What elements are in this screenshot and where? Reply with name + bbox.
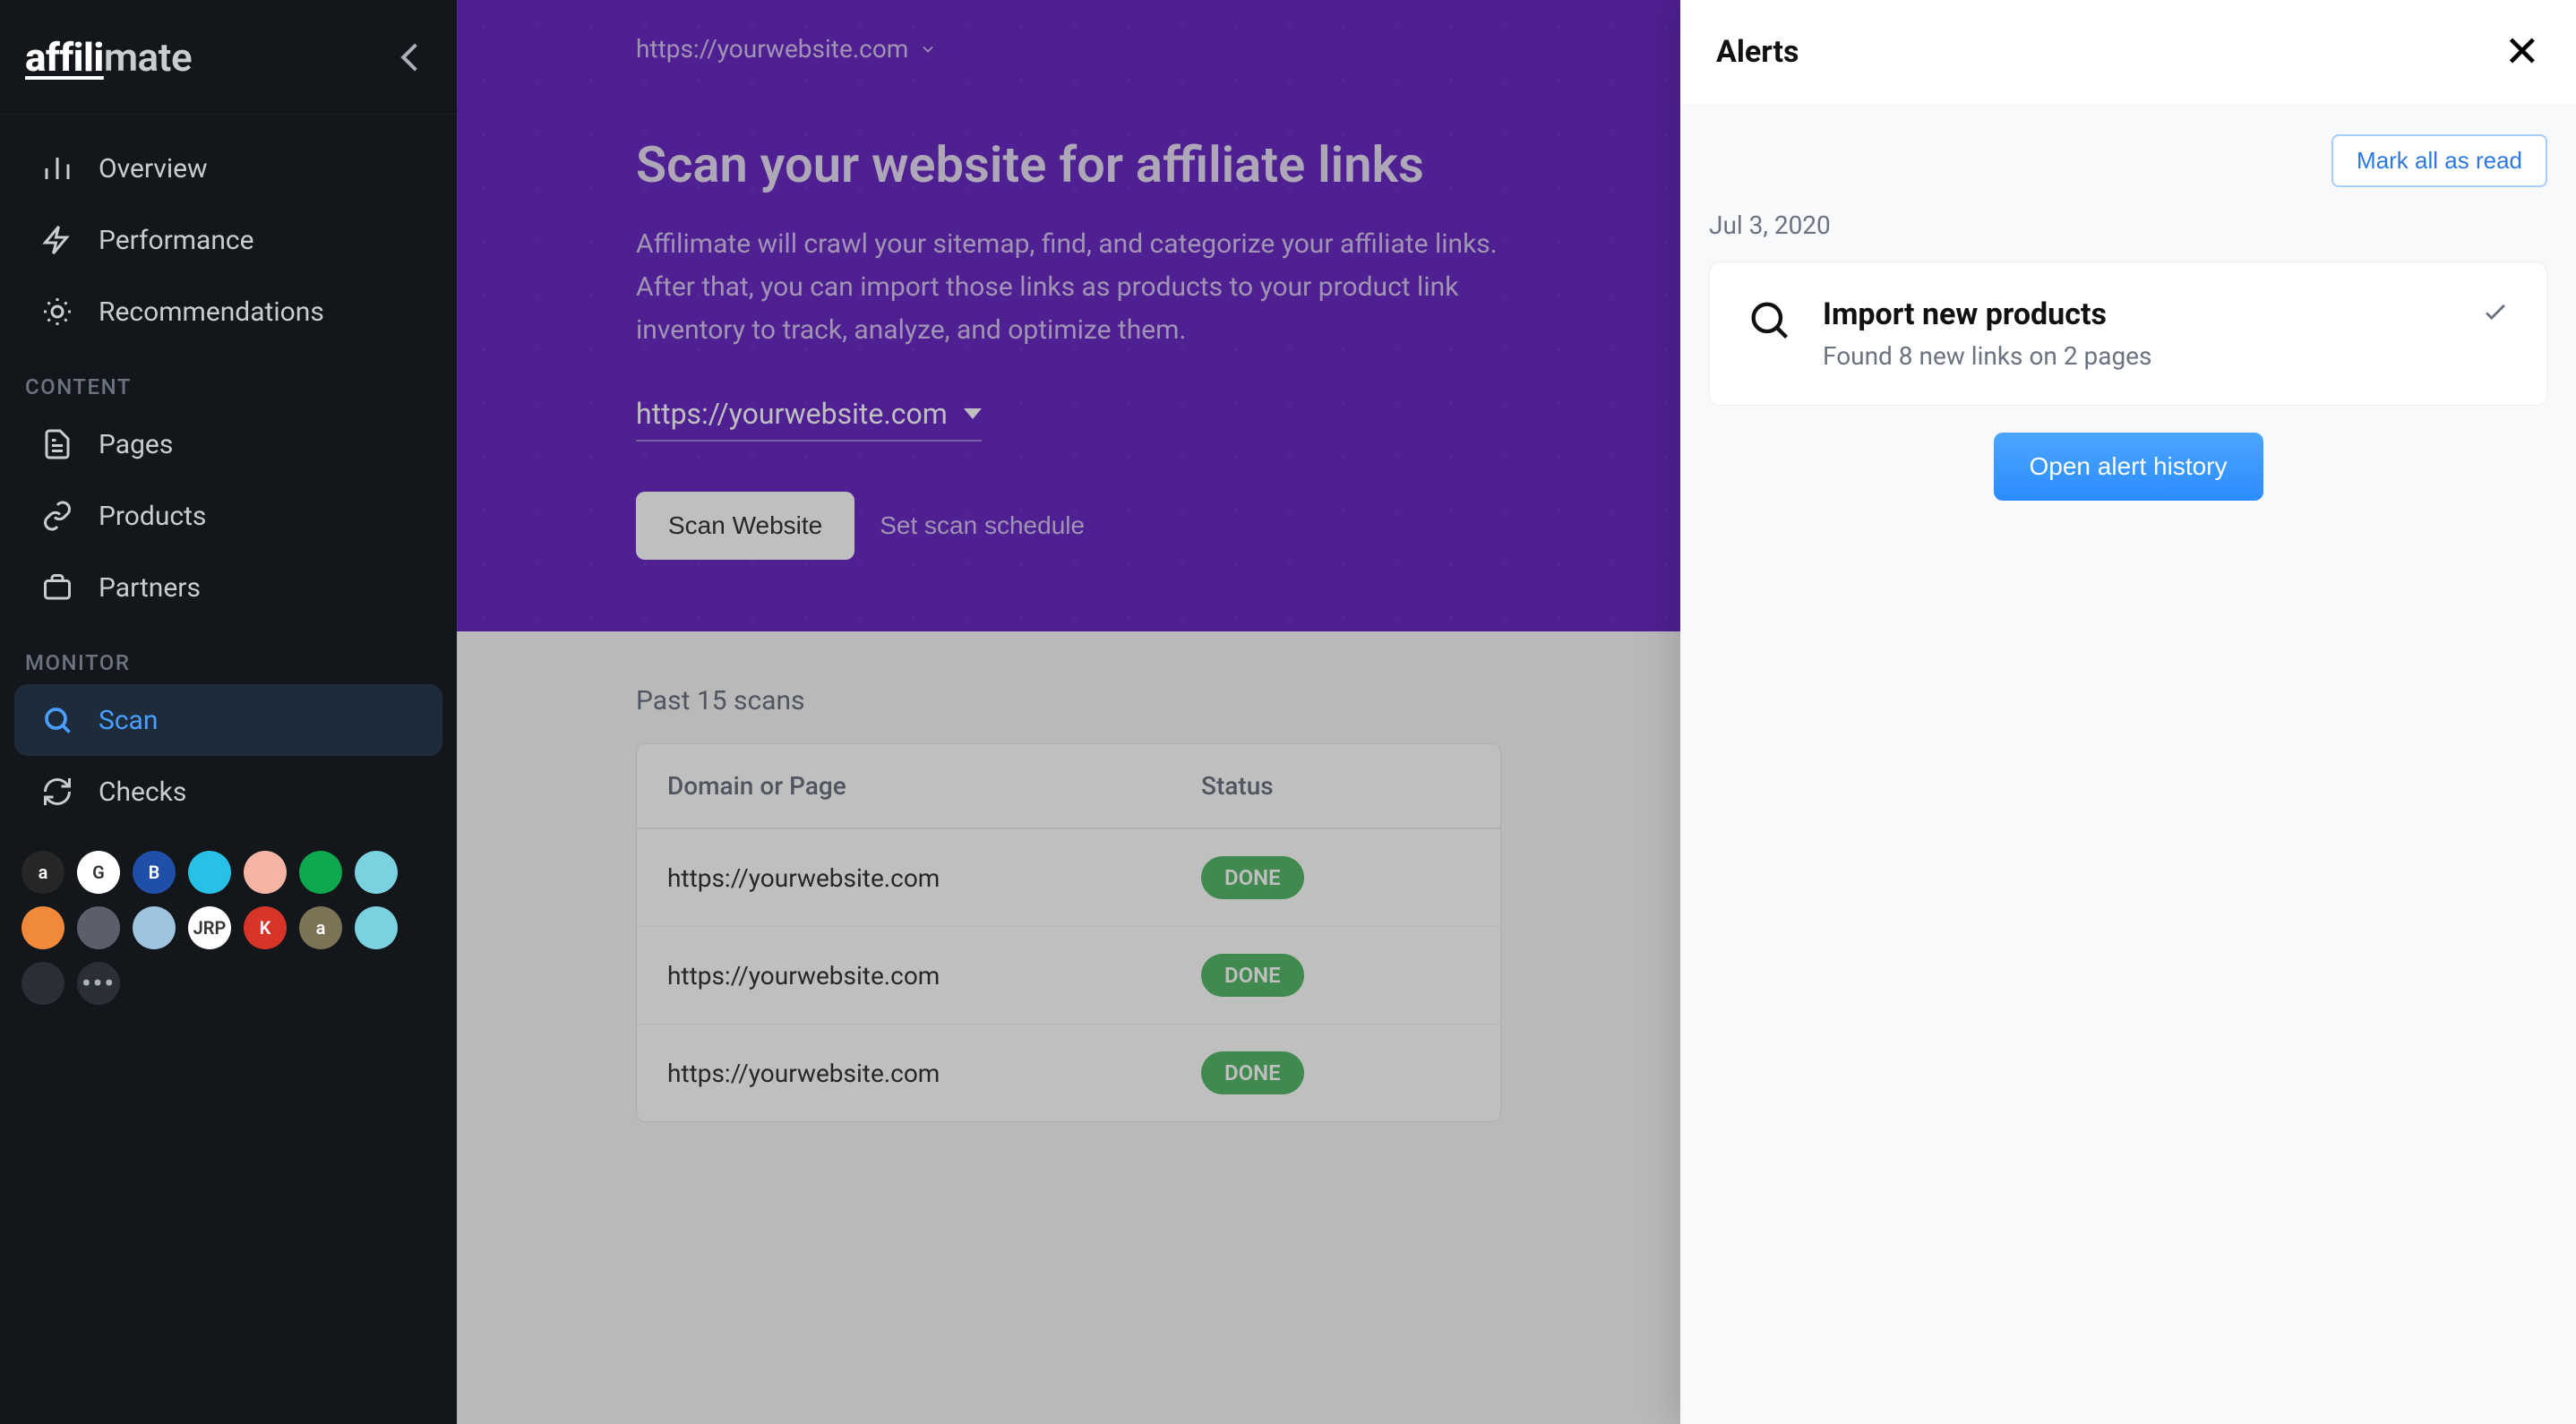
alert-card-subtitle: Found 8 new links on 2 pages xyxy=(1823,341,2450,371)
past-scans-title: Past 15 scans xyxy=(636,685,1501,716)
nav-label: Checks xyxy=(99,776,186,808)
partner-badge[interactable]: K xyxy=(244,906,287,949)
nav-checks[interactable]: Checks xyxy=(14,756,442,828)
row-status: DONE xyxy=(1201,856,1470,899)
hero-title: Scan your website for affiliate links xyxy=(636,135,1501,194)
partner-badge[interactable]: a xyxy=(21,851,64,894)
alerts-title: Alerts xyxy=(1716,34,1799,70)
nav-label: Pages xyxy=(99,429,173,460)
document-icon xyxy=(39,426,75,462)
refresh-icon xyxy=(39,774,75,810)
nav-recommendations[interactable]: Recommendations xyxy=(14,276,442,347)
sun-icon xyxy=(39,294,75,330)
status-badge: DONE xyxy=(1201,1051,1304,1094)
main-site-label: https://yourwebsite.com xyxy=(636,397,948,431)
alert-card-title: Import new products xyxy=(1823,296,2450,332)
nav-label: Recommendations xyxy=(99,296,324,328)
magnifier-icon xyxy=(1746,296,1792,347)
partner-badge[interactable] xyxy=(355,906,398,949)
nav-pages[interactable]: Pages xyxy=(14,408,442,480)
alert-card[interactable]: Import new products Found 8 new links on… xyxy=(1709,262,2547,406)
nav-scan[interactable]: Scan xyxy=(14,684,442,756)
check-icon xyxy=(2480,296,2511,330)
status-badge: DONE xyxy=(1201,954,1304,997)
past-scans-section: Past 15 scans Domain or Page Status http… xyxy=(457,631,1680,1176)
sidebar: affilimate Overview Performance Recommen… xyxy=(0,0,457,1424)
partner-badges: aGBJRPKa••• xyxy=(0,828,457,1028)
status-badge: DONE xyxy=(1201,856,1304,899)
alerts-panel: Alerts ✕ Mark all as read Jul 3, 2020 Im… xyxy=(1680,0,2576,1424)
row-status: DONE xyxy=(1201,1051,1470,1094)
partner-badge[interactable]: a xyxy=(299,906,342,949)
brand-part1: affili xyxy=(25,34,104,81)
alerts-body: Mark all as read Jul 3, 2020 Import new … xyxy=(1680,104,2576,1424)
table-row[interactable]: https://yourwebsite.comDONE xyxy=(637,926,1500,1024)
row-domain: https://yourwebsite.com xyxy=(667,1059,1201,1088)
main-site-selector[interactable]: https://yourwebsite.com xyxy=(636,397,982,442)
partner-badge[interactable] xyxy=(21,962,64,1005)
alerts-header: Alerts ✕ xyxy=(1680,0,2576,104)
close-icon[interactable]: ✕ xyxy=(2504,30,2540,73)
sidebar-nav: Overview Performance Recommendations CON… xyxy=(0,115,457,1424)
partner-badge[interactable]: JRP xyxy=(188,906,231,949)
section-content-title: CONTENT xyxy=(0,347,457,408)
hero-section: https://yourwebsite.com Scan your websit… xyxy=(457,0,1680,631)
search-icon xyxy=(39,702,75,738)
nav-label: Scan xyxy=(99,705,158,736)
partner-badge[interactable] xyxy=(133,906,176,949)
main-content: https://yourwebsite.com Scan your websit… xyxy=(457,0,1680,1424)
nav-overview[interactable]: Overview xyxy=(14,133,442,204)
partner-badge[interactable]: G xyxy=(77,851,120,894)
section-monitor-title: MONITOR xyxy=(0,623,457,684)
briefcase-icon xyxy=(39,570,75,605)
nav-label: Performance xyxy=(99,225,254,256)
table-row[interactable]: https://yourwebsite.comDONE xyxy=(637,1024,1500,1121)
top-site-selector[interactable]: https://yourwebsite.com xyxy=(636,34,937,64)
row-domain: https://yourwebsite.com xyxy=(667,961,1201,991)
partner-badge[interactable] xyxy=(21,906,64,949)
scan-website-button[interactable]: Scan Website xyxy=(636,492,854,560)
bolt-icon xyxy=(39,222,75,258)
more-partners-icon[interactable]: ••• xyxy=(77,962,120,1005)
partner-badge[interactable] xyxy=(299,851,342,894)
bar-chart-icon xyxy=(39,150,75,186)
nav-label: Partners xyxy=(99,572,201,604)
partner-badge[interactable] xyxy=(355,851,398,894)
link-icon xyxy=(39,498,75,534)
hero-description: Affilimate will crawl your sitemap, find… xyxy=(636,223,1501,352)
partner-badge[interactable] xyxy=(77,906,120,949)
partner-badge[interactable]: B xyxy=(133,851,176,894)
brand-logo: affilimate xyxy=(25,34,192,81)
mark-all-read-button[interactable]: Mark all as read xyxy=(2331,134,2547,187)
nav-performance[interactable]: Performance xyxy=(14,204,442,276)
sidebar-header: affilimate xyxy=(0,0,457,115)
partner-badge[interactable] xyxy=(244,851,287,894)
col-domain: Domain or Page xyxy=(667,771,1201,801)
open-alert-history-button[interactable]: Open alert history xyxy=(1994,433,2263,501)
nav-products[interactable]: Products xyxy=(14,480,442,552)
brand-part2: mate xyxy=(104,34,192,81)
caret-down-icon xyxy=(964,408,982,419)
row-status: DONE xyxy=(1201,954,1470,997)
alert-date: Jul 3, 2020 xyxy=(1709,210,2547,240)
col-status: Status xyxy=(1201,771,1470,801)
nav-label: Overview xyxy=(99,153,208,184)
collapse-sidebar-icon[interactable] xyxy=(400,43,428,71)
top-site-label: https://yourwebsite.com xyxy=(636,34,908,64)
table-header: Domain or Page Status xyxy=(637,744,1500,828)
nav-label: Products xyxy=(99,501,206,532)
row-domain: https://yourwebsite.com xyxy=(667,863,1201,893)
nav-partners[interactable]: Partners xyxy=(14,552,442,623)
alert-content: Import new products Found 8 new links on… xyxy=(1823,296,2450,371)
set-schedule-button[interactable]: Set scan schedule xyxy=(880,511,1085,540)
table-row[interactable]: https://yourwebsite.comDONE xyxy=(637,828,1500,926)
scans-table: Domain or Page Status https://yourwebsit… xyxy=(636,743,1501,1122)
chevron-down-icon xyxy=(919,40,937,58)
hero-actions: Scan Website Set scan schedule xyxy=(636,492,1501,560)
partner-badge[interactable] xyxy=(188,851,231,894)
